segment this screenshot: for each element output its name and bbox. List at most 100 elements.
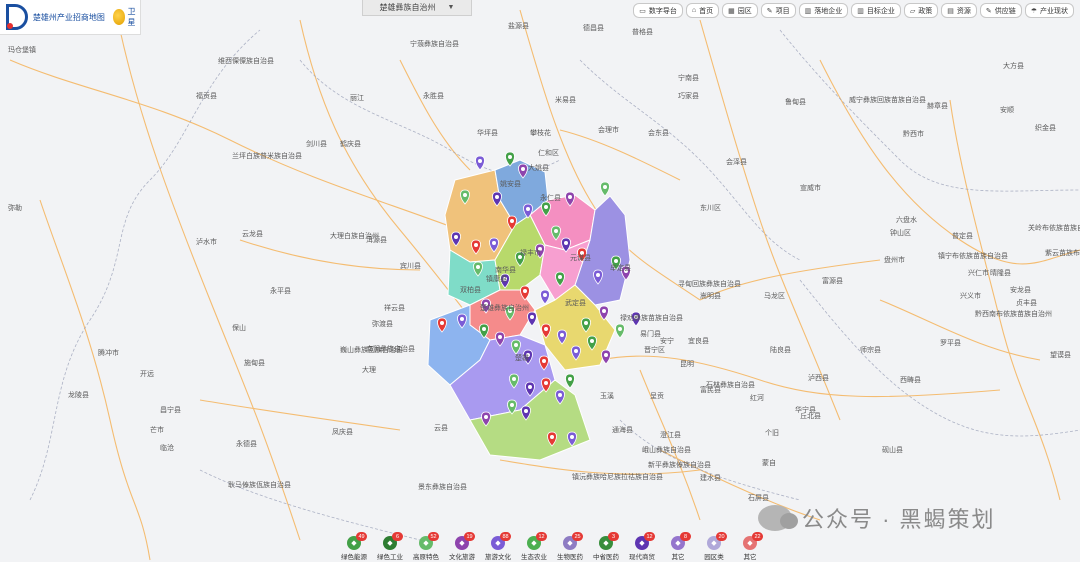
category-filter-item[interactable]: ◆ 88 旅游文化 bbox=[480, 532, 516, 561]
map-place-label: 普定县 bbox=[952, 231, 973, 240]
map-place-label: 盘州市 bbox=[884, 255, 905, 264]
map-place-label: 会东县 bbox=[648, 128, 669, 137]
map-place-label: 弥勒 bbox=[8, 203, 22, 212]
map-place-label: 赫章县 bbox=[927, 101, 948, 110]
map-place-label: 普格县 bbox=[632, 27, 653, 36]
map-place-label: 凤庆县 bbox=[332, 427, 353, 436]
toolbar-button-enterprise[interactable]: ▥ 落地企业 bbox=[798, 3, 849, 18]
map-place-label: 通海县 bbox=[612, 425, 633, 434]
map-place-label: 元谋县 bbox=[570, 253, 591, 262]
toolbar-button-industry-status[interactable]: ☂ 产业现状 bbox=[1024, 3, 1074, 18]
category-filter-item[interactable]: ◆ 20 园区类 bbox=[696, 532, 732, 561]
map-place-label: 黔西市 bbox=[903, 129, 924, 138]
map-place-label: 关岭布依族苗族自治县 bbox=[1028, 223, 1080, 232]
toolbar-button-monitor[interactable]: ▭ 数字导台 bbox=[633, 3, 683, 18]
toolbar-button-home[interactable]: ⌂ 首页 bbox=[685, 3, 720, 18]
map-place-label: 开远 bbox=[140, 370, 154, 378]
category-label: 生态农业 bbox=[521, 554, 547, 561]
map-place-label: 东川区 bbox=[700, 203, 721, 212]
category-filter-item[interactable]: ◆ 25 生物医药 bbox=[552, 532, 588, 561]
category-count-badge: 6 bbox=[392, 532, 403, 541]
map-place-label: 贞丰县 bbox=[1016, 298, 1037, 307]
map-place-label: 威宁彝族回族苗族自治县 bbox=[849, 95, 926, 104]
toolbar-button-label: 首页 bbox=[699, 7, 714, 15]
wechat-icon bbox=[758, 505, 798, 531]
category-label: 中省医药 bbox=[593, 554, 619, 561]
category-label: 绿色能源 bbox=[341, 554, 367, 561]
home-icon: ⌂ bbox=[691, 7, 697, 14]
map-place-label: 呈贡 bbox=[650, 392, 664, 400]
map-canvas[interactable]: 玛仓堡镇维西傈僳族自治县 宁蒗彝族自治县 盐源县 德昌县 普格县福贡县 丽江 永胜县华坪县 攀… bbox=[0, 0, 1080, 562]
toolbar-button-policy[interactable]: ▱ 政策 bbox=[903, 3, 939, 18]
map-place-label: 蒙自 bbox=[762, 458, 776, 467]
map-place-label: 宾川县 bbox=[400, 261, 421, 270]
map-place-label: 祥云县 bbox=[384, 303, 405, 312]
category-label: 其它 bbox=[743, 554, 757, 561]
map-place-label: 新平彝族傣族自治县 bbox=[648, 460, 711, 469]
map-place-label: 织金县 bbox=[1035, 123, 1056, 132]
map-place-label: 易门县 bbox=[640, 329, 661, 338]
map-place-label: 盐源县 bbox=[508, 21, 529, 30]
map-place-label: 禄劝彝族苗族自治县 bbox=[620, 313, 683, 322]
category-filter-item[interactable]: ◆ 6 绿色工业 bbox=[372, 532, 408, 561]
map-place-label: 云龙县 bbox=[242, 229, 263, 238]
toolbar-button-label: 项目 bbox=[775, 7, 790, 15]
toolbar-button-park[interactable]: ▦ 园区 bbox=[722, 3, 758, 18]
map-place-label: 丽江 bbox=[350, 94, 364, 102]
category-filter-item[interactable]: ◆ 49 绿色能源 bbox=[336, 532, 372, 561]
region-select[interactable]: 楚雄彝族自治州 ▼ bbox=[362, 0, 472, 16]
map-place-label: 黔西南布依族苗族自治州 bbox=[975, 309, 1052, 318]
map-place-label: 玛仓堡镇 bbox=[8, 45, 36, 54]
map-place-label: 永平县 bbox=[270, 286, 291, 295]
map-place-label: 大方县 bbox=[1003, 61, 1024, 70]
map-place-label: 米易县 bbox=[555, 95, 576, 104]
toolbar-button-label: 供应链 bbox=[994, 7, 1016, 15]
map-place-label: 昌宁县 bbox=[160, 405, 181, 414]
map-place-label: 会理市 bbox=[598, 125, 619, 134]
toolbar-button-label: 数字导台 bbox=[648, 7, 677, 15]
toolbar-button-label: 园区 bbox=[737, 7, 752, 15]
category-label: 文化旅游 bbox=[449, 554, 475, 561]
map-place-label: 兴义市 bbox=[960, 291, 981, 300]
map-place-label: 施甸县 bbox=[244, 358, 265, 367]
map-place-label: 师宗县 bbox=[860, 345, 881, 354]
category-filter-item[interactable]: ◆ 12 生态农业 bbox=[516, 532, 552, 561]
category-filter-item[interactable]: ◆ 3 中省医药 bbox=[588, 532, 624, 561]
chevron-down-icon: ▼ bbox=[447, 4, 455, 11]
toolbar-button-target-enterprise[interactable]: ▥ 目标企业 bbox=[851, 3, 901, 18]
satellite-toggle[interactable]: 卫星 bbox=[112, 6, 140, 28]
map-place-label: 宣威市 bbox=[800, 183, 821, 192]
map-place-label: 罗平县 bbox=[940, 339, 961, 347]
map-place-label: 保山 bbox=[232, 323, 246, 332]
toolbar-button-supply-chain[interactable]: ✎ 供应链 bbox=[979, 3, 1022, 18]
map-place-label: 仁和区 bbox=[538, 148, 559, 157]
satellite-label: 卫星 bbox=[127, 7, 136, 27]
monitor-icon: ▭ bbox=[639, 7, 646, 15]
toolbar-button-project[interactable]: ✎ 项目 bbox=[760, 3, 796, 18]
map-place-label: 维西傈僳族自治县 bbox=[218, 56, 274, 65]
category-filter-item[interactable]: ◆ 19 文化旅游 bbox=[444, 532, 480, 561]
category-filter-item[interactable]: ◆ 52 高原特色 bbox=[408, 532, 444, 561]
category-filter-item[interactable]: ◆ 12 现代商贸 bbox=[624, 532, 660, 561]
category-filter-item[interactable]: ◆ 8 其它 bbox=[660, 532, 696, 561]
map-place-label: 澄江县 bbox=[660, 430, 681, 439]
map-place-label: 永德县 bbox=[236, 439, 257, 448]
policy-icon: ▱ bbox=[909, 7, 916, 15]
map-place-label: 马龙区 bbox=[764, 291, 785, 300]
category-filter-item[interactable]: ◆ 22 其它 bbox=[732, 532, 768, 561]
map-place-label: 安龙县 bbox=[1010, 285, 1031, 294]
map-place-label: 泸西县 bbox=[808, 373, 829, 382]
toolbar-button-label: 目标企业 bbox=[866, 7, 895, 15]
category-label: 现代商贸 bbox=[629, 554, 655, 561]
category-label: 生物医药 bbox=[557, 554, 583, 561]
map-place-label: 玉溪 bbox=[600, 391, 614, 400]
map-place-label: 个旧 bbox=[765, 429, 779, 437]
toolbar-button-resource[interactable]: ▤ 资源 bbox=[941, 3, 977, 18]
map-place-label: 景东彝族自治县 bbox=[418, 482, 467, 491]
map-place-label: 镇康县 bbox=[486, 274, 507, 283]
map-place-label: 武定县 bbox=[565, 298, 586, 307]
category-label: 绿色工业 bbox=[377, 554, 403, 561]
map-place-label: 兴仁市 bbox=[968, 268, 989, 277]
category-count-badge: 20 bbox=[716, 532, 727, 541]
map-place-label: 晋宁区 bbox=[644, 345, 665, 354]
